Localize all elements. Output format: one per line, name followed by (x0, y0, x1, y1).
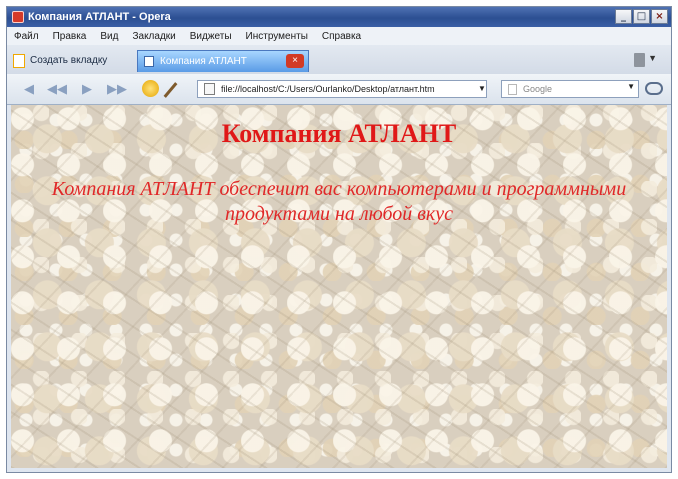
menu-help[interactable]: Справка (315, 31, 368, 42)
menu-file[interactable]: Файл (7, 31, 46, 42)
search-placeholder: Google (523, 84, 553, 94)
menu-bookmarks[interactable]: Закладки (125, 31, 182, 42)
address-bar[interactable]: file://localhost/C:/Users/Ourlanko/Deskt… (197, 80, 487, 98)
address-dropdown-icon[interactable]: ▼ (477, 81, 487, 97)
page-icon (144, 56, 154, 67)
window-title: Компания АТЛАНТ - Opera (28, 11, 171, 23)
menu-view[interactable]: Вид (93, 31, 125, 42)
menu-widgets[interactable]: Виджеты (183, 31, 239, 42)
search-dropdown-icon[interactable]: ▼ (627, 82, 635, 91)
window-controls: _ □ × (615, 9, 668, 24)
page-subtitle: Компания АТЛАНТ обеспечит вас компьютера… (51, 178, 627, 225)
tab-strip: Создать вкладку Компания АТЛАНТ × ▼ (7, 45, 671, 75)
stone-background (11, 105, 667, 468)
menu-tools[interactable]: Инструменты (239, 31, 315, 42)
rewind-button[interactable]: ◀◀ (47, 82, 67, 96)
forward-button[interactable]: ▶ (79, 82, 95, 96)
minimize-button[interactable]: _ (615, 9, 632, 24)
tab-close-button[interactable]: × (286, 54, 304, 68)
wand-icon[interactable] (163, 82, 178, 98)
new-tab-icon (13, 53, 25, 68)
search-engine-icon (508, 83, 517, 95)
page-icon (204, 83, 215, 95)
tab-active[interactable]: Компания АТЛАНТ × (137, 50, 309, 72)
menu-edit[interactable]: Правка (46, 31, 94, 42)
back-button[interactable]: ◀ (21, 82, 37, 96)
menu-bar: Файл Правка Вид Закладки Виджеты Инструм… (7, 27, 671, 45)
new-tab-label: Создать вкладку (30, 55, 108, 66)
browser-window: Компания АТЛАНТ - Opera _ □ × Файл Правк… (6, 6, 672, 473)
opera-logo-icon (12, 11, 24, 23)
trash-icon[interactable] (634, 53, 645, 67)
address-text: file://localhost/C:/Users/Ourlanko/Deskt… (221, 84, 435, 94)
home-icon[interactable] (142, 80, 159, 97)
zoom-icon[interactable] (645, 82, 663, 95)
page-heading: Компания АТЛАНТ (221, 119, 457, 148)
chevron-down-icon[interactable]: ▼ (648, 53, 657, 63)
fast-forward-button[interactable]: ▶▶ (107, 82, 127, 96)
page-content: Компания АТЛАНТ Компания АТЛАНТ обеспечи… (11, 105, 667, 468)
title-bar[interactable]: Компания АТЛАНТ - Opera _ □ × (7, 7, 671, 27)
maximize-button[interactable]: □ (633, 9, 650, 24)
search-input[interactable]: Google ▼ (501, 80, 639, 98)
new-tab-button[interactable]: Создать вкладку (13, 51, 131, 70)
navigation-bar: ◀ ◀◀ ▶ ▶▶ file://localhost/C:/Users/Ourl… (7, 74, 671, 105)
close-button[interactable]: × (651, 9, 668, 24)
tab-title: Компания АТЛАНТ (160, 56, 247, 67)
